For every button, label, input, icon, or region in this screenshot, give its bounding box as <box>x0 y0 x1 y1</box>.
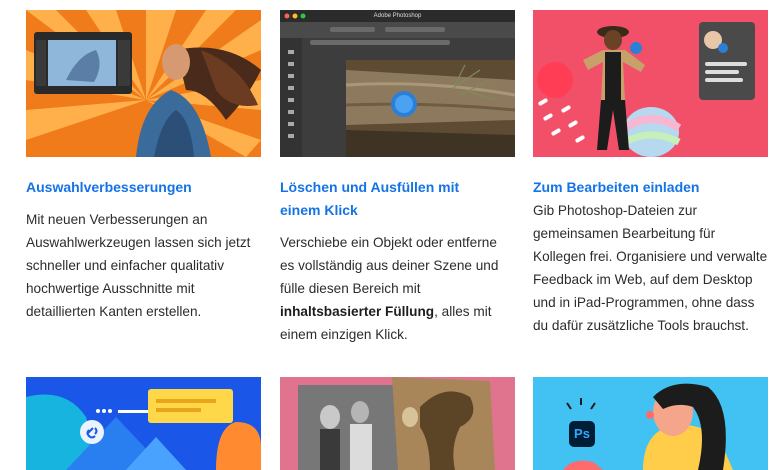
selection-improvements-image <box>26 10 261 157</box>
photoshop-app-image: Ps <box>533 377 768 470</box>
card-description: Mit neuen Verbesserungen an Auswahlwerkz… <box>26 212 251 319</box>
card-title[interactable]: Zum Bearbeiten einladen <box>533 176 768 199</box>
content-aware-fill-image: Adobe Photoshop <box>280 10 515 157</box>
invite-to-edit-image <box>533 10 768 157</box>
collaboration-link-image <box>26 377 261 470</box>
description-text: Verschiebe ein Objekt oder entferne es v… <box>280 235 499 296</box>
card-title[interactable]: Löschen und Ausfüllen mit einem Klick <box>280 176 500 222</box>
photo-restoration-image <box>280 377 515 470</box>
card-description: Gib Photoshop-Dateien zur gemeinsamen Be… <box>533 203 768 333</box>
card-description: Verschiebe ein Objekt oder entferne es v… <box>280 231 512 346</box>
card-title[interactable]: Auswahlverbesserungen <box>26 176 261 199</box>
content-aware-fill-term: inhaltsbasierter Füllung <box>280 304 435 319</box>
photoshop-app-icon: Ps <box>574 426 590 441</box>
app-window-title: Adobe Photoshop <box>373 13 422 19</box>
